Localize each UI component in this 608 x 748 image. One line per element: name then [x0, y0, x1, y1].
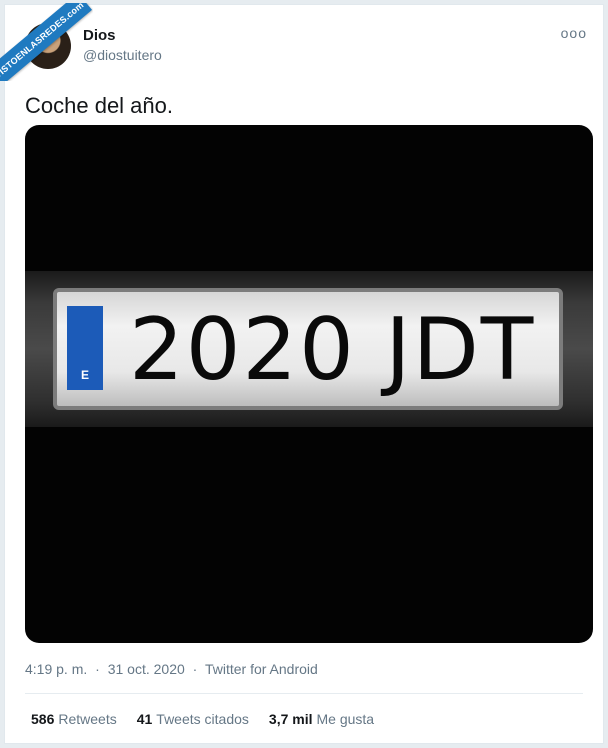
- plate-number: 2020 JDT: [129, 300, 536, 400]
- likes-stat[interactable]: 3,7 mil Me gusta: [269, 711, 374, 727]
- meta-separator: ·: [95, 661, 100, 677]
- tweet-stats: 586 Retweets 41 Tweets citados 3,7 mil Me g…: [31, 711, 374, 727]
- tweet-meta: 4:19 p. m. · 31 oct. 2020 · Twitter for …: [25, 661, 318, 677]
- tweet-media-image[interactable]: E 2020 JDT: [25, 125, 593, 643]
- quotes-stat[interactable]: 41 Tweets citados: [137, 711, 249, 727]
- eu-band: E: [67, 306, 103, 390]
- likes-label: Me gusta: [316, 711, 375, 727]
- retweets-label: Retweets: [58, 711, 117, 727]
- tweet-date[interactable]: 31 oct. 2020: [108, 661, 185, 677]
- license-plate: E 2020 JDT: [53, 288, 563, 410]
- author-handle[interactable]: @diostuitero: [83, 47, 162, 63]
- author-name[interactable]: Dios: [83, 27, 116, 44]
- retweets-stat[interactable]: 586 Retweets: [31, 711, 117, 727]
- more-options-icon[interactable]: ooo: [561, 25, 587, 41]
- tweet-source[interactable]: Twitter for Android: [205, 661, 318, 677]
- plate-country-code: E: [80, 368, 89, 382]
- likes-count: 3,7 mil: [268, 711, 313, 727]
- retweets-count: 586: [31, 711, 55, 727]
- avatar[interactable]: [25, 23, 71, 69]
- quotes-count: 41: [136, 711, 153, 727]
- meta-separator: ·: [192, 661, 198, 677]
- tweet-text: Coche del año.: [25, 93, 173, 118]
- divider: [25, 693, 583, 694]
- tweet-time[interactable]: 4:19 p. m.: [25, 661, 87, 677]
- quotes-label: Tweets citados: [156, 711, 249, 727]
- tweet-card: VISTOENLASREDES.com Dios @diostuitero oo…: [0, 3, 604, 744]
